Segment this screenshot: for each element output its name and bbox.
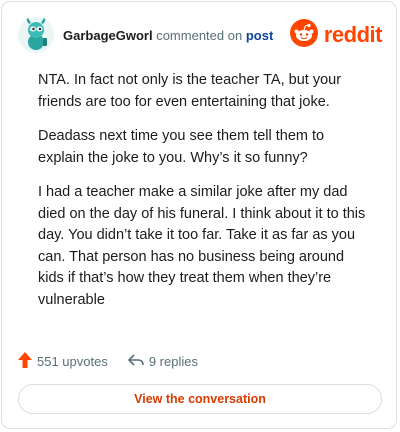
- reply-count: 9 replies: [148, 353, 198, 369]
- action-text: commented on: [156, 28, 243, 43]
- comment-paragraph: NTA. In fact not only is the teacher TA,…: [38, 72, 342, 110]
- post-link[interactable]: post: [246, 28, 273, 43]
- reddit-logo-icon: [289, 18, 318, 52]
- upvote-stat[interactable]: 551 upvotes: [18, 351, 108, 371]
- view-conversation-button[interactable]: View the conversation: [18, 384, 382, 414]
- comment-body: NTA. In fact not only is the teacher TA,…: [38, 70, 368, 324]
- comment-card: GarbageGworl commented on post reddit NT…: [1, 1, 397, 429]
- snoo-avatar-icon[interactable]: [17, 16, 55, 54]
- comment-stats: 551 upvotes 9 replies: [18, 350, 198, 372]
- reply-stat[interactable]: 9 replies: [128, 353, 198, 370]
- upvote-count: 551 upvotes: [37, 353, 108, 369]
- comment-header: GarbageGworl commented on post reddit: [17, 16, 383, 56]
- reddit-wordmark: reddit: [323, 22, 383, 47]
- reddit-brand[interactable]: reddit: [289, 18, 383, 52]
- comment-paragraph: I had a teacher make a similar joke afte…: [38, 184, 366, 308]
- username-link[interactable]: GarbageGworl: [63, 28, 153, 43]
- comment-paragraph: Deadass next time you see them tell them…: [38, 128, 325, 166]
- upvote-arrow-icon: [18, 351, 32, 371]
- reply-arrow-icon: [128, 353, 144, 370]
- comment-meta: GarbageGworl commented on post: [63, 28, 273, 43]
